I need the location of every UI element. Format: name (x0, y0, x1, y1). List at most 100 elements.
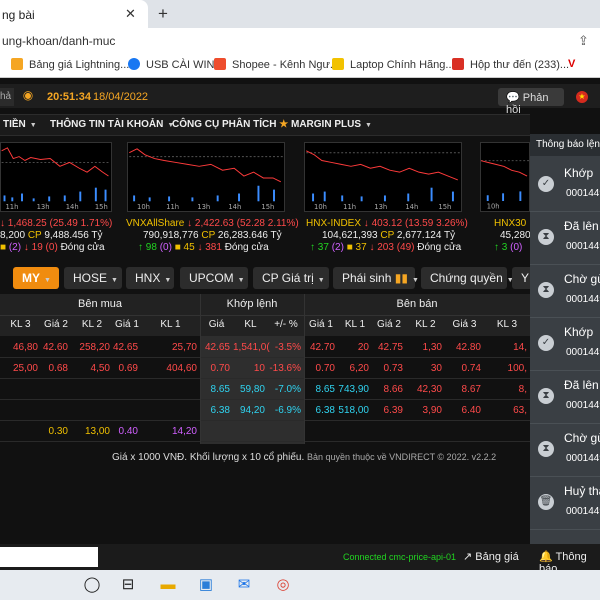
menu-item-analysis[interactable]: CÔNG CỤ PHÂN TÍCH ★ (172, 119, 288, 130)
table-cell[interactable]: 42.65 (113, 337, 138, 358)
table-cell[interactable] (0, 379, 38, 400)
chrome-icon[interactable]: ◎ (273, 575, 293, 595)
table-cell[interactable] (141, 400, 197, 421)
index-chart[interactable]: 11h 13h 14h 15h (0, 142, 112, 212)
tab-hose[interactable]: HOSE ▼ (64, 267, 122, 289)
tab-hnx[interactable]: HNX ▼ (126, 267, 174, 289)
table-cell[interactable] (338, 421, 369, 442)
table-cell[interactable]: 46,80 (0, 337, 38, 358)
table-cell[interactable]: 0.70 (200, 358, 230, 379)
tab-phai-sinh[interactable]: Phái sinh ▮▮ ▼ (333, 267, 419, 289)
table-cell[interactable]: 13,00 (71, 421, 110, 442)
index-chart[interactable]: 10h 11h 13h 14h 15h (127, 142, 285, 212)
index-chart[interactable]: 10h (480, 142, 530, 212)
table-cell[interactable] (141, 379, 197, 400)
table-cell[interactable] (41, 379, 68, 400)
feedback-button[interactable]: 💬 Phản hồi (498, 88, 564, 116)
table-cell[interactable]: 0.73 (372, 358, 403, 379)
store-icon[interactable]: ▣ (196, 575, 216, 595)
table-cell[interactable]: 0.68 (41, 358, 68, 379)
table-cell[interactable]: 4,50 (71, 358, 110, 379)
new-tab-icon[interactable]: + (158, 4, 168, 24)
table-cell[interactable]: -7.0% (268, 379, 301, 400)
notification-item[interactable]: ⧗ Chờ gửi 0001449 (530, 266, 600, 318)
table-cell[interactable]: 0.74 (445, 358, 481, 379)
bookmark-item[interactable]: USB CÀI WIN (128, 58, 214, 71)
table-cell[interactable] (233, 421, 265, 442)
table-cell[interactable]: 25,70 (141, 337, 197, 358)
table-cell[interactable] (406, 421, 442, 442)
table-cell[interactable]: 0.30 (41, 421, 68, 442)
table-cell[interactable]: 42.60 (41, 337, 68, 358)
bookmark-item[interactable]: Laptop Chính Hãng... (332, 58, 455, 71)
table-cell[interactable] (71, 379, 110, 400)
table-cell[interactable]: 63, (484, 400, 527, 421)
table-cell[interactable]: -6.9% (268, 400, 301, 421)
table-cell[interactable]: 14,20 (141, 421, 197, 442)
table-cell[interactable]: 8, (484, 379, 527, 400)
table-cell[interactable]: 30 (406, 358, 442, 379)
table-cell[interactable]: 42.65 (200, 337, 230, 358)
table-cell[interactable]: 8.66 (372, 379, 403, 400)
menu-item-account[interactable]: THÔNG TIN TÀI KHOẢN ▼ (50, 119, 174, 130)
table-cell[interactable]: 1,30 (406, 337, 442, 358)
menu-item-tien[interactable]: TIỀN ▼ (3, 119, 37, 130)
tab-more[interactable]: Y (512, 267, 530, 289)
bookmark-favicon-icon[interactable]: V (568, 58, 575, 70)
task-view-icon[interactable]: ⊟ (118, 575, 138, 595)
file-explorer-icon[interactable]: ▬ (158, 575, 178, 595)
tab-my[interactable]: MY ▼ (13, 267, 59, 289)
table-cell[interactable]: 42.80 (445, 337, 481, 358)
table-cell[interactable] (113, 400, 138, 421)
notification-item[interactable]: ⧗ Chờ gửi 0001449 (530, 425, 600, 477)
table-cell[interactable]: 6.39 (372, 400, 403, 421)
table-cell[interactable]: 59,80 (233, 379, 265, 400)
table-cell[interactable]: -13.6% (268, 358, 301, 379)
symbol-search-input[interactable] (0, 547, 98, 567)
notification-item[interactable]: ✓ Khớp 0001449 (530, 160, 600, 212)
table-cell[interactable] (484, 421, 527, 442)
table-cell[interactable]: 42.70 (304, 337, 335, 358)
notification-item[interactable]: ⧗ Đã lên 0001449 (530, 213, 600, 265)
table-cell[interactable]: 6.38 (304, 400, 335, 421)
eye-icon[interactable]: ◉ (18, 88, 38, 106)
table-cell[interactable]: 1,541,0( (233, 337, 270, 358)
table-cell[interactable]: 404,60 (141, 358, 197, 379)
table-cell[interactable]: 0.40 (113, 421, 138, 442)
table-cell[interactable] (445, 421, 481, 442)
price-board-button[interactable]: ↗ Bảng giá (463, 550, 519, 563)
index-chart[interactable]: 10h 11h 13h 14h 15h (304, 142, 462, 212)
table-cell[interactable]: 6.38 (200, 400, 230, 421)
language-flag-icon[interactable]: ★ (576, 91, 588, 103)
table-cell[interactable]: 6,20 (338, 358, 369, 379)
table-cell[interactable] (304, 421, 335, 442)
table-cell[interactable] (41, 400, 68, 421)
table-cell[interactable] (0, 400, 38, 421)
bookmark-item[interactable]: Shopee - Kênh Ngư... (214, 58, 339, 71)
table-cell[interactable]: 42,30 (406, 379, 442, 400)
table-cell[interactable]: 94,20 (233, 400, 265, 421)
notification-item[interactable]: 🗑 Huỷ thà 0001449 (530, 478, 600, 530)
table-cell[interactable] (113, 379, 138, 400)
table-cell[interactable]: 42.75 (372, 337, 403, 358)
table-cell[interactable]: 8.65 (304, 379, 335, 400)
table-cell[interactable]: 10 (233, 358, 265, 379)
bookmark-item[interactable]: Bảng giá Lightning... (11, 58, 129, 71)
table-cell[interactable]: 25,00 (0, 358, 38, 379)
table-cell[interactable] (71, 400, 110, 421)
table-cell[interactable]: 0.70 (304, 358, 335, 379)
table-cell[interactable] (268, 421, 301, 442)
table-cell[interactable]: 8.67 (445, 379, 481, 400)
url-text[interactable]: ung-khoan/danh-muc (2, 34, 115, 48)
table-cell[interactable] (200, 421, 230, 442)
search-circle-icon[interactable]: ◯ (82, 575, 102, 595)
table-cell[interactable]: 14, (484, 337, 527, 358)
table-cell[interactable]: 100, (484, 358, 527, 379)
table-cell[interactable]: 258,20 (71, 337, 110, 358)
mail-icon[interactable]: ✉ (234, 575, 254, 595)
tab-cp-gia-tri[interactable]: CP Giá trị ▼ (253, 267, 329, 289)
table-cell[interactable]: 8.65 (200, 379, 230, 400)
table-cell[interactable]: 6.40 (445, 400, 481, 421)
table-cell[interactable]: -3.5% (268, 337, 301, 358)
table-cell[interactable]: 743,90 (338, 379, 369, 400)
